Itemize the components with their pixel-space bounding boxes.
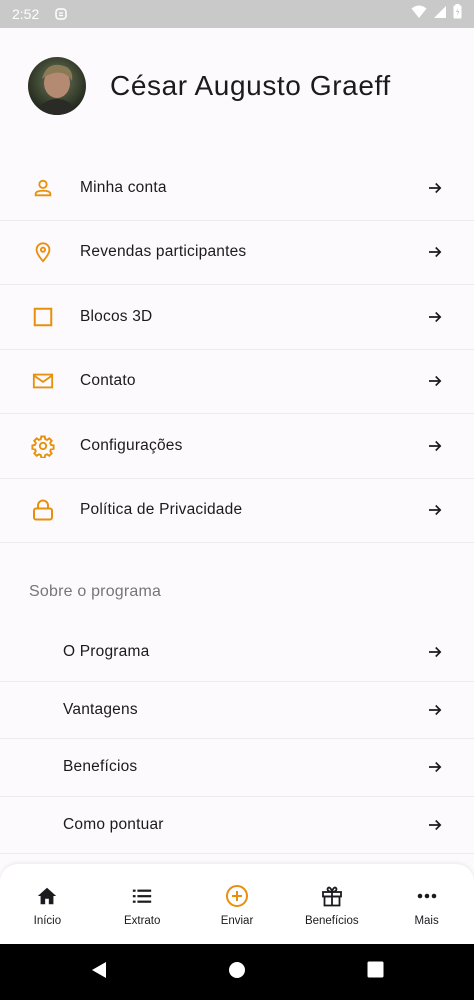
home-icon	[35, 884, 59, 908]
recents-button[interactable]	[306, 961, 444, 983]
lock-icon	[30, 497, 56, 523]
nav-label: Mais	[414, 915, 439, 927]
back-button[interactable]	[30, 961, 168, 984]
menu-item-politica-privacidade[interactable]: Política de Privacidade	[0, 479, 474, 543]
menu-item-label: Revendas participantes	[80, 243, 247, 261]
about-item-label: Benefícios	[63, 758, 138, 776]
nav-item-extrato[interactable]: Extrato	[95, 864, 190, 944]
account-menu: Minha conta Revendas participantes Bloco…	[0, 156, 474, 543]
gift-icon	[320, 884, 344, 908]
list-icon	[130, 884, 154, 908]
nav-item-beneficios[interactable]: Benefícios	[284, 864, 379, 944]
menu-item-revendas[interactable]: Revendas participantes	[0, 221, 474, 285]
menu-item-label: Minha conta	[80, 178, 167, 196]
arrow-right-icon	[426, 179, 444, 197]
menu-item-minha-conta[interactable]: Minha conta	[0, 156, 474, 221]
about-item-como-pontuar[interactable]: Como pontuar	[0, 797, 474, 854]
add-circle-icon	[225, 884, 249, 908]
home-circle-icon	[228, 961, 246, 984]
location-pin-icon	[30, 239, 56, 265]
about-item-label: O Programa	[63, 643, 150, 661]
status-icons	[411, 4, 462, 24]
home-button[interactable]	[168, 961, 306, 984]
section-title-sobre: Sobre o programa	[29, 583, 162, 600]
wifi-icon	[411, 5, 427, 24]
square-icon	[30, 304, 56, 330]
arrow-right-icon	[426, 372, 444, 390]
battery-icon	[453, 4, 462, 24]
about-item-label: Vantagens	[63, 700, 138, 718]
arrow-right-icon	[426, 816, 444, 834]
back-triangle-icon	[90, 961, 108, 984]
menu-item-label: Contato	[80, 372, 136, 390]
more-icon	[415, 884, 439, 908]
arrow-right-icon	[426, 437, 444, 455]
person-icon	[30, 175, 56, 201]
nav-item-inicio[interactable]: Início	[0, 864, 95, 944]
nav-item-enviar[interactable]: Enviar	[190, 864, 285, 944]
about-item-label: Como pontuar	[63, 815, 164, 833]
bottom-navigation: Início Extrato Enviar Benefícios Mais	[0, 864, 474, 944]
about-menu: O Programa Vantagens Benefícios Como pon…	[0, 624, 474, 854]
system-navigation-bar	[0, 944, 474, 1000]
arrow-right-icon	[426, 701, 444, 719]
about-item-vantagens[interactable]: Vantagens	[0, 682, 474, 739]
about-item-o-programa[interactable]: O Programa	[0, 624, 474, 682]
arrow-right-icon	[426, 643, 444, 661]
menu-item-blocos-3d[interactable]: Blocos 3D	[0, 285, 474, 350]
menu-item-label: Configurações	[80, 436, 183, 454]
app-notification-icon	[55, 8, 67, 20]
mail-icon	[30, 368, 56, 394]
arrow-right-icon	[426, 501, 444, 519]
profile-name: César Augusto Graeff	[110, 70, 391, 101]
about-item-beneficios[interactable]: Benefícios	[0, 739, 474, 797]
status-bar: 2:52	[0, 0, 474, 28]
menu-item-contato[interactable]: Contato	[0, 350, 474, 414]
menu-item-label: Política de Privacidade	[80, 501, 243, 519]
arrow-right-icon	[426, 758, 444, 776]
nav-label: Extrato	[123, 915, 161, 927]
menu-item-configuracoes[interactable]: Configurações	[0, 414, 474, 479]
nav-label: Benefícios	[304, 915, 359, 927]
gear-icon	[30, 433, 56, 459]
profile-header: César Augusto Graeff	[28, 56, 448, 116]
signal-icon	[433, 5, 447, 24]
nav-label: Início	[33, 915, 62, 927]
nav-item-mais[interactable]: Mais	[379, 864, 474, 944]
avatar[interactable]	[28, 57, 86, 115]
status-time: 2:52	[12, 6, 40, 22]
arrow-right-icon	[426, 308, 444, 326]
arrow-right-icon	[426, 243, 444, 261]
nav-label: Enviar	[220, 915, 254, 927]
menu-item-label: Blocos 3D	[80, 307, 153, 325]
recents-square-icon	[367, 961, 384, 983]
